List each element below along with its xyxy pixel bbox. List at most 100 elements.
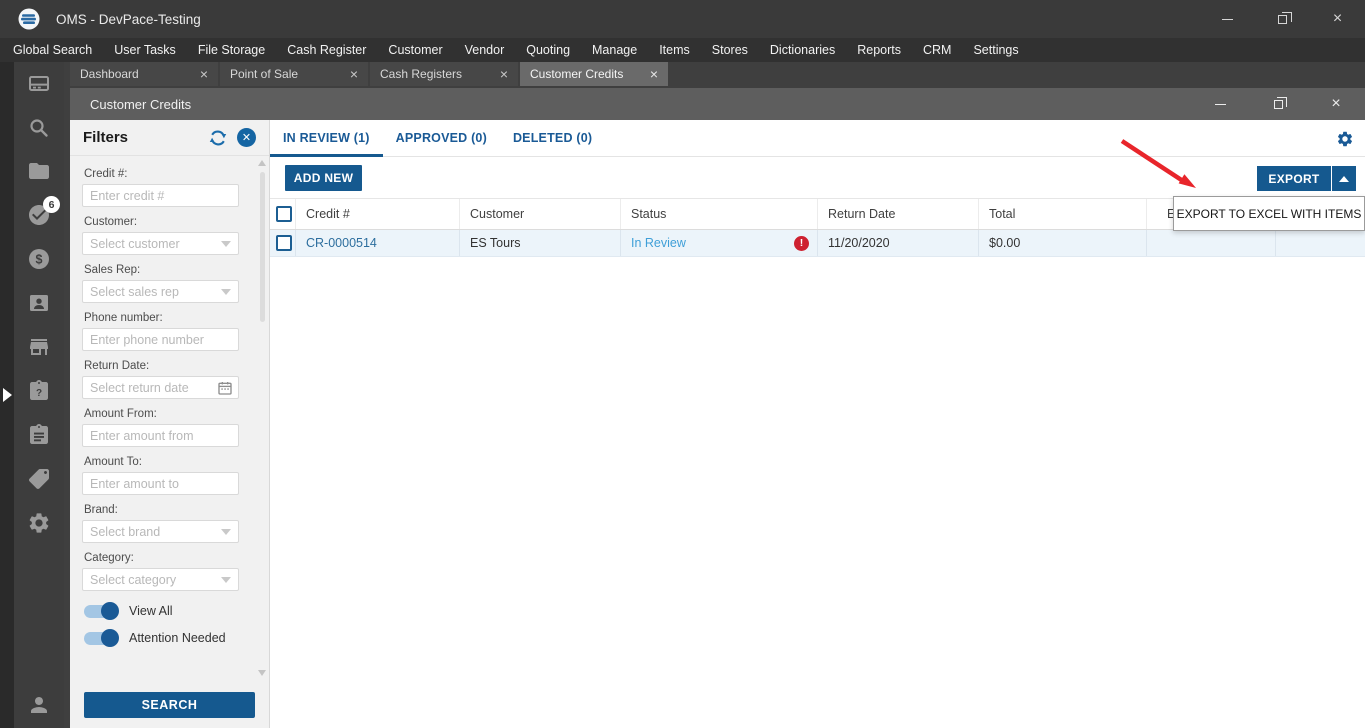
chevron-up-icon bbox=[1339, 175, 1349, 182]
tab-customer-credits[interactable]: Customer Credits × bbox=[520, 62, 668, 86]
store-icon[interactable] bbox=[27, 335, 51, 359]
money-icon[interactable]: $ bbox=[27, 247, 51, 271]
cell-return-date: 11/20/2020 bbox=[817, 230, 978, 256]
filter-label-brand: Brand: bbox=[84, 504, 118, 516]
header-status: Status bbox=[620, 199, 817, 229]
clipboard-icon[interactable] bbox=[27, 423, 51, 447]
refresh-icon[interactable] bbox=[208, 128, 228, 148]
filter-label-phone: Phone number: bbox=[84, 312, 163, 324]
scroll-down-icon[interactable] bbox=[258, 670, 266, 676]
menu-dictionaries[interactable]: Dictionaries bbox=[759, 38, 846, 62]
menu-reports[interactable]: Reports bbox=[846, 38, 912, 62]
cell-status: In Review ! bbox=[620, 230, 817, 256]
amount-from-input[interactable] bbox=[82, 424, 239, 447]
credit-number-input[interactable] bbox=[82, 184, 239, 207]
tab-close-icon[interactable]: × bbox=[500, 66, 508, 82]
filter-label-return-date: Return Date: bbox=[84, 360, 150, 372]
filters-scrollbar[interactable] bbox=[257, 160, 268, 676]
filter-label-amount-to: Amount To: bbox=[84, 456, 142, 468]
amount-to-input[interactable] bbox=[82, 472, 239, 495]
app-logo-icon bbox=[18, 8, 40, 30]
export-to-excel-with-items-item[interactable]: EXPORT TO EXCEL WITH ITEMS bbox=[1177, 207, 1362, 221]
menu-customer[interactable]: Customer bbox=[377, 38, 453, 62]
row-checkbox[interactable] bbox=[276, 235, 292, 251]
dashboard-icon[interactable] bbox=[27, 72, 51, 96]
menu-vendor[interactable]: Vendor bbox=[454, 38, 516, 62]
search-button[interactable]: SEARCH bbox=[84, 692, 255, 718]
select-all-checkbox[interactable] bbox=[276, 206, 292, 222]
tab-in-review[interactable]: IN REVIEW (1) bbox=[270, 120, 383, 157]
help-clipboard-icon[interactable]: ? bbox=[27, 379, 51, 403]
tab-dashboard[interactable]: Dashboard × bbox=[70, 62, 218, 86]
tab-close-icon[interactable]: × bbox=[200, 66, 208, 82]
app-restore-button[interactable] bbox=[1255, 0, 1310, 38]
status-view-tabs: IN REVIEW (1) APPROVED (0) DELETED (0) bbox=[270, 120, 1365, 157]
menu-manage[interactable]: Manage bbox=[581, 38, 648, 62]
filters-close-icon[interactable]: ✕ bbox=[237, 128, 256, 147]
tab-cash-registers[interactable]: Cash Registers × bbox=[370, 62, 518, 86]
menu-settings[interactable]: Settings bbox=[962, 38, 1029, 62]
svg-text:?: ? bbox=[36, 388, 42, 399]
filter-label-customer: Customer: bbox=[84, 216, 138, 228]
menu-stores[interactable]: Stores bbox=[701, 38, 759, 62]
view-all-label: View All bbox=[129, 604, 173, 618]
export-split-button: EXPORT bbox=[1257, 166, 1356, 191]
attention-alert-icon: ! bbox=[794, 235, 809, 251]
header-return-date: Return Date bbox=[817, 199, 978, 229]
folder-icon[interactable] bbox=[27, 159, 51, 183]
user-icon[interactable] bbox=[27, 693, 51, 717]
scrollbar-thumb[interactable] bbox=[260, 172, 265, 322]
category-select[interactable]: Select category bbox=[82, 568, 239, 591]
tab-point-of-sale[interactable]: Point of Sale × bbox=[220, 62, 368, 86]
status-text[interactable]: In Review bbox=[631, 236, 686, 250]
tab-deleted[interactable]: DELETED (0) bbox=[500, 120, 605, 156]
menu-file-storage[interactable]: File Storage bbox=[187, 38, 276, 62]
header-customer: Customer bbox=[459, 199, 620, 229]
calendar-icon[interactable] bbox=[217, 380, 233, 396]
return-date-input[interactable] bbox=[82, 376, 239, 399]
menu-quoting[interactable]: Quoting bbox=[515, 38, 581, 62]
credit-number-link[interactable]: CR-0000514 bbox=[306, 236, 377, 250]
tab-approved[interactable]: APPROVED (0) bbox=[383, 120, 500, 156]
add-new-button[interactable]: ADD NEW bbox=[285, 165, 362, 191]
panel-minimize-button[interactable] bbox=[1191, 88, 1249, 120]
panel-restore-button[interactable] bbox=[1249, 88, 1307, 120]
menu-items[interactable]: Items bbox=[648, 38, 701, 62]
export-button[interactable]: EXPORT bbox=[1257, 166, 1331, 191]
export-dropdown-menu: EXPORT TO EXCEL WITH ITEMS bbox=[1173, 196, 1365, 231]
filter-label-amount-from: Amount From: bbox=[84, 408, 157, 420]
search-icon[interactable] bbox=[27, 116, 51, 140]
export-menu-toggle[interactable] bbox=[1332, 166, 1356, 191]
panel-close-button[interactable]: × bbox=[1307, 88, 1365, 120]
table-row[interactable]: CR-0000514 ES Tours In Review ! 11/20/20… bbox=[270, 230, 1365, 257]
header-credit-number: Credit # bbox=[295, 199, 459, 229]
menu-global-search[interactable]: Global Search bbox=[2, 38, 103, 62]
sidebar-expand-handle[interactable] bbox=[3, 388, 12, 402]
chevron-down-icon bbox=[221, 288, 231, 295]
cell-extra bbox=[1275, 230, 1365, 256]
view-all-toggle[interactable] bbox=[84, 602, 119, 620]
contact-card-icon[interactable] bbox=[27, 291, 51, 315]
customer-select[interactable]: Select customer bbox=[82, 232, 239, 255]
grid-settings-gear-icon[interactable] bbox=[1336, 130, 1354, 148]
brand-select[interactable]: Select brand bbox=[82, 520, 239, 543]
menu-user-tasks[interactable]: User Tasks bbox=[103, 38, 187, 62]
sales-rep-select[interactable]: Select sales rep bbox=[82, 280, 239, 303]
tasks-check-icon[interactable]: 6 bbox=[27, 196, 60, 227]
app-minimize-button[interactable] bbox=[1200, 0, 1255, 38]
tab-close-icon[interactable]: × bbox=[350, 66, 358, 82]
tab-close-icon[interactable]: × bbox=[650, 66, 658, 82]
chevron-down-icon bbox=[221, 528, 231, 535]
settings-gear-icon[interactable] bbox=[27, 511, 51, 535]
menu-crm[interactable]: CRM bbox=[912, 38, 962, 62]
attention-needed-toggle[interactable] bbox=[84, 629, 119, 647]
phone-number-input[interactable] bbox=[82, 328, 239, 351]
svg-text:$: $ bbox=[36, 252, 43, 266]
task-count-badge: 6 bbox=[43, 196, 60, 213]
menu-cash-register[interactable]: Cash Register bbox=[276, 38, 377, 62]
menu-bar: Global Search User Tasks File Storage Ca… bbox=[0, 38, 1365, 62]
main-content: IN REVIEW (1) APPROVED (0) DELETED (0) A… bbox=[270, 120, 1365, 728]
app-close-button[interactable]: × bbox=[1310, 0, 1365, 38]
tag-icon[interactable] bbox=[27, 467, 51, 491]
scroll-up-icon[interactable] bbox=[258, 160, 266, 166]
